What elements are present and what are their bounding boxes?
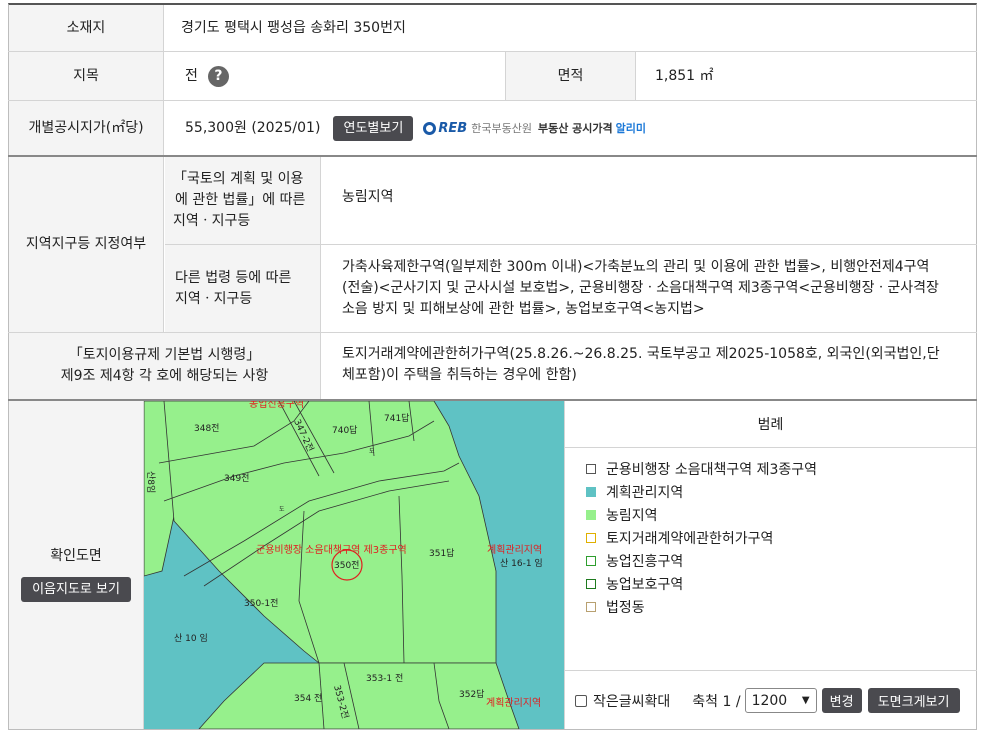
price-value: 55,300원 (2025/01): [185, 119, 321, 136]
jimok-value: 전: [185, 67, 198, 84]
legend-list: 군용비행장 소음대책구역 제3종구역계획관리지역농림지역토지거래계약에관한허가구…: [565, 448, 976, 618]
label-349: 349전: [224, 473, 249, 484]
other-law-value: 가축사육제한구역(일부제한 300m 이내)<가축분뇨의 관리 및 이용에 관한…: [322, 245, 975, 332]
legend-label: 토지거래계약에관한허가구역: [606, 530, 774, 547]
label-741: 741답: [384, 412, 409, 424]
regulation-header: 「토지이용규제 기본법 시행령」 제9조 제4항 각 호에 해당되는 사항: [9, 333, 321, 399]
location-header: 소재지: [9, 5, 164, 51]
other-law-value-line1: 가축사육제한구역(일부제한 300m 이내)<가축분뇨의 관리 및 이용에 관한…: [342, 259, 930, 275]
legend-label: 농업보호구역: [606, 576, 684, 593]
national-law-line3: 지역ㆍ지구등: [173, 213, 251, 229]
small-text-checkbox[interactable]: [575, 694, 587, 707]
scale-change-button[interactable]: 변경: [821, 688, 862, 713]
legend-item: 농업진흥구역: [586, 549, 976, 572]
legend-title: 범례: [565, 401, 976, 448]
label-350: 350전: [334, 560, 359, 571]
label-san16-1: 산 16-1 임: [500, 557, 543, 569]
label-348: 348전: [194, 423, 219, 434]
legend-swatch: [586, 555, 596, 566]
yearly-view-button[interactable]: 연도별보기: [333, 115, 414, 141]
label-354: 354 전: [294, 693, 322, 704]
label-352: 352답: [459, 688, 484, 700]
small-text-toggle[interactable]: 작은글씨확대: [575, 691, 670, 711]
location-value: 경기도 평택시 팽성읍 송화리 350번지: [181, 19, 406, 36]
label-road1: 도: [279, 506, 285, 513]
other-law-line1: 다른 법령 등에 따른: [175, 269, 292, 286]
reb-service-accent: 알리미: [615, 121, 646, 135]
regulation-value-line1: 토지거래계약에관한허가구역(25.8.26.~26.8.25. 국토부공고 제2…: [342, 346, 940, 362]
jimok-header: 지목: [9, 52, 164, 100]
legend-swatch: [586, 486, 596, 497]
label-road2: 도: [369, 448, 375, 455]
other-law-value-line2: (전술)<군사기지 및 군사시설 보호법>, 군용비행장ㆍ소음대책구역 제3종구…: [342, 280, 939, 296]
label-san10: 산 10 임: [174, 632, 208, 644]
reb-name: 한국부동산원: [471, 121, 532, 135]
national-law-line2: 에 관한 법률」에 따른: [175, 192, 306, 208]
zone-label-plan-bottom: 계획관리지역: [486, 697, 541, 709]
cadastral-map[interactable]: 348전 347-2전 740답 741답 349전 350전 351답 350…: [144, 401, 564, 729]
regulation-value: 토지거래계약에관한허가구역(25.8.26.~26.8.25. 국토부공고 제2…: [322, 333, 975, 399]
legend-item: 농업보호구역: [586, 572, 976, 595]
zone-label-plan: 계획관리지역: [487, 544, 542, 556]
price-header: 개별공시지가(㎡당): [9, 101, 164, 155]
legend-swatch: [586, 509, 596, 520]
help-icon[interactable]: ?: [207, 65, 229, 87]
map-header: 확인도면 이음지도로 보기: [9, 401, 144, 729]
area-header: 면적: [505, 52, 636, 100]
area-value: 1,851 ㎡: [655, 67, 714, 84]
legend-item: 토지거래계약에관한허가구역: [586, 526, 976, 549]
zone-label-noise: 군용비행장 소음대책구역 제3종구역: [256, 544, 407, 556]
legend-swatch: [586, 532, 596, 543]
scale-select[interactable]: 1200 ▼: [744, 688, 817, 713]
enlarge-map-button[interactable]: 도면크게보기: [867, 688, 960, 713]
reb-service: 부동산 공시가격: [537, 121, 613, 135]
national-law-header: 「국토의 계획 및 이용 에 관한 법률」에 따른 지역ㆍ지구등: [165, 157, 321, 244]
forest-parcel-main: [163, 401, 497, 664]
open-map-button[interactable]: 이음지도로 보기: [21, 577, 131, 602]
zone-label-farm-promotion: 농업진흥구역: [249, 401, 304, 410]
small-text-label: 작은글씨확대: [593, 693, 671, 710]
scale-select-value: 1200: [751, 692, 788, 709]
legend-item: 법정동: [586, 595, 976, 618]
legend-item: 계획관리지역: [586, 480, 976, 503]
jimok-cell: 전 ?: [165, 52, 505, 100]
label-351: 351답: [429, 547, 454, 559]
national-law-value: 농림지역: [342, 189, 394, 205]
national-law-line1: 「국토의 계획 및 이용: [173, 171, 304, 187]
map-label: 확인도면: [50, 548, 102, 564]
other-law-header: 다른 법령 등에 따른 지역ㆍ지구등: [165, 245, 321, 332]
label-353-1: 353-1 전: [366, 673, 403, 684]
label-350-1: 350-1전: [244, 598, 278, 609]
regulation-label-line2: 제9조 제4항 각 호에 해당되는 사항: [60, 368, 269, 384]
other-law-line2: 지역ㆍ지구등: [175, 290, 253, 307]
scale-label: 축척 1 /: [692, 693, 741, 710]
cadastral-map-svg: 348전 347-2전 740답 741답 349전 350전 351답 350…: [144, 401, 543, 729]
reb-logo: REB: [438, 120, 468, 136]
legend-label: 군용비행장 소음대책구역 제3종구역: [606, 461, 818, 478]
reb-link[interactable]: REB 한국부동산원 부동산 공시가격 알리미: [423, 118, 646, 139]
regulation-value-line2: 체포함)이 주택을 취득하는 경우에 한함): [342, 367, 577, 383]
legend-label: 법정동: [606, 599, 645, 616]
legend-toolbar: 작은글씨확대 축척 1 / 1200 ▼ 변경 도면크게보기: [565, 670, 977, 730]
legend-swatch: [586, 578, 596, 589]
legend-panel: 범례 군용비행장 소음대책구역 제3종구역계획관리지역농림지역토지거래계약에관한…: [564, 401, 977, 730]
legend-label: 계획관리지역: [606, 484, 684, 501]
legend-swatch: [586, 601, 596, 612]
legend-item: 군용비행장 소음대책구역 제3종구역: [586, 457, 976, 480]
legend-label: 농업진흥구역: [606, 553, 684, 570]
reb-logo-icon: [423, 121, 437, 135]
chevron-down-icon: ▼: [801, 695, 810, 706]
label-san8: 산8임: [145, 471, 157, 493]
legend-item: 농림지역: [586, 503, 976, 526]
price-cell: 55,300원 (2025/01) 연도별보기 REB 한국부동산원 부동산 공…: [165, 101, 975, 155]
zoning-header: 지역지구등 지정여부: [9, 157, 164, 332]
other-law-value-line3: 소음 방지 및 피해보상에 관한 법률>, 농업보호구역<농지법>: [342, 301, 705, 317]
legend-swatch: [586, 463, 596, 474]
legend-label: 농림지역: [606, 507, 658, 524]
regulation-label-line1: 「토지이용규제 기본법 시행령」: [68, 347, 261, 363]
label-740: 740답: [332, 424, 357, 436]
